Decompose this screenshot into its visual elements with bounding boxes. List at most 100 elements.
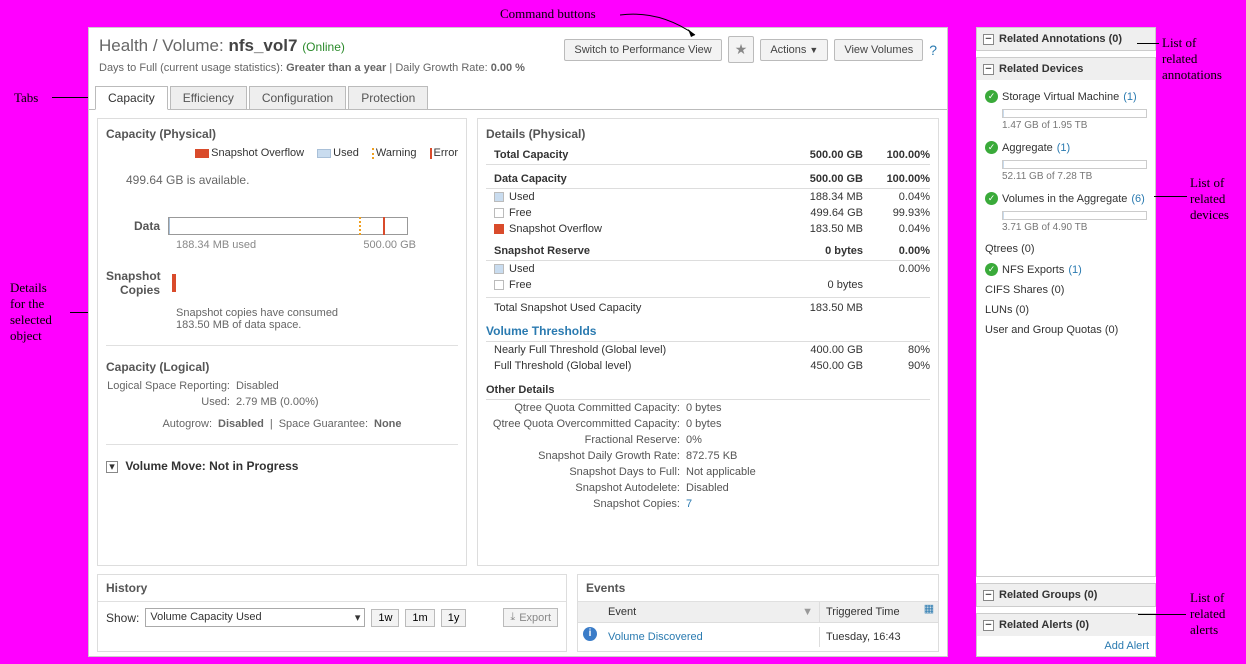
device-aggregate[interactable]: ✓Aggregate (1) xyxy=(985,137,1147,158)
event-time: Tuesday, 16:43 xyxy=(820,627,920,647)
check-icon: ✓ xyxy=(985,263,998,276)
other-details-row: Qtree Quota Overcommitted Capacity:0 byt… xyxy=(486,416,930,432)
related-devices-section: −Related Devices ✓Storage Virtual Machin… xyxy=(976,57,1156,577)
annotation-related-annotations: List of related annotations xyxy=(1162,35,1222,83)
collapse-icon[interactable]: − xyxy=(983,34,994,45)
snapshot-copies-bar xyxy=(172,274,176,292)
tab-protection[interactable]: Protection xyxy=(348,86,428,110)
legend-swatch-snapshot-overflow xyxy=(195,149,209,158)
other-details-row: Snapshot Days to Full:Not applicable xyxy=(486,464,930,480)
annotation-related-alerts: List of related alerts xyxy=(1190,590,1225,638)
tabs: Capacity Efficiency Configuration Protec… xyxy=(95,86,947,110)
columns-icon[interactable]: ▦ xyxy=(920,602,938,622)
annotation-related-devices: List of related devices xyxy=(1190,175,1229,223)
snapshot-copies-row: Snapshot Copies xyxy=(106,269,458,297)
range-1m-button[interactable]: 1m xyxy=(405,609,434,627)
filter-icon[interactable]: ▼ xyxy=(802,606,813,618)
tab-configuration[interactable]: Configuration xyxy=(249,86,346,110)
other-details-row: Snapshot Copies:7 xyxy=(486,496,930,512)
switch-performance-view-button[interactable]: Switch to Performance View xyxy=(564,39,721,61)
via-meter xyxy=(1002,211,1147,220)
volume-thresholds-link[interactable]: Volume Thresholds xyxy=(486,324,930,342)
related-devices-title: Related Devices xyxy=(999,63,1083,75)
related-annotations-section: −Related Annotations (0) xyxy=(976,27,1156,51)
events-title: Events xyxy=(578,575,938,602)
details-physical-title: Details (Physical) xyxy=(486,127,930,141)
related-alerts-title: Related Alerts (0) xyxy=(999,619,1089,631)
volume-move-label: Volume Move: Not in Progress xyxy=(125,459,298,473)
details-row: Total Snapshot Used Capacity183.50 MB xyxy=(486,297,930,316)
legend-swatch-used xyxy=(317,149,331,158)
export-button[interactable]: ⤓Export xyxy=(503,608,558,627)
device-svm[interactable]: ✓Storage Virtual Machine (1) xyxy=(985,86,1147,107)
view-volumes-button[interactable]: View Volumes xyxy=(834,39,923,61)
side-panel: −Related Annotations (0) −Related Device… xyxy=(976,27,1156,657)
add-alert-link[interactable]: Add Alert xyxy=(977,636,1155,656)
aggregate-meter xyxy=(1002,160,1147,169)
details-row: Free0 bytes xyxy=(486,277,930,293)
details-row: Free499.64 GB99.93% xyxy=(486,205,930,221)
collapse-icon[interactable]: − xyxy=(983,590,994,601)
related-groups-title: Related Groups (0) xyxy=(999,589,1097,601)
help-icon[interactable]: ? xyxy=(929,42,937,58)
details-physical-panel: Details (Physical) Total Capacity500.00 … xyxy=(477,118,939,566)
history-title: History xyxy=(98,575,566,602)
data-capacity-bar xyxy=(168,217,408,235)
autogrow-line: Autogrow: Disabled | Space Guarantee: No… xyxy=(106,418,458,430)
export-icon: ⤓ xyxy=(510,611,515,624)
event-link[interactable]: Volume Discovered xyxy=(608,631,703,643)
actions-dropdown[interactable]: Actions▼ xyxy=(760,39,828,61)
volume-move-row[interactable]: ▾ Volume Move: Not in Progress xyxy=(106,459,458,473)
snapshot-copies-label: Snapshot Copies xyxy=(106,269,168,297)
events-col-event[interactable]: Event xyxy=(608,606,636,618)
details-row: Used188.34 MB0.04% xyxy=(486,189,930,205)
device-qtrees[interactable]: Qtrees (0) xyxy=(985,239,1147,259)
svm-meter xyxy=(1002,109,1147,118)
events-col-time[interactable]: Triggered Time xyxy=(820,602,920,622)
favorite-button[interactable]: ★ xyxy=(728,36,755,63)
details-row: Used0.00% xyxy=(486,261,930,277)
snapshot-consumed-text: Snapshot copies have consumed 183.50 MB … xyxy=(176,307,458,331)
threshold-row: Full Threshold (Global level)450.00 GB90… xyxy=(486,358,930,374)
bar-used-segment xyxy=(169,218,170,234)
capacity-physical-title: Capacity (Physical) xyxy=(106,127,458,141)
annotation-command-buttons: Command buttons xyxy=(500,6,596,22)
expand-icon[interactable]: ▾ xyxy=(106,461,118,473)
check-icon: ✓ xyxy=(985,141,998,154)
data-capacity-bar-row: Data xyxy=(106,217,458,235)
details-row: Snapshot Overflow183.50 MB0.04% xyxy=(486,221,930,237)
collapse-icon[interactable]: − xyxy=(983,620,994,631)
device-luns[interactable]: LUNs (0) xyxy=(985,300,1147,320)
via-usage: 3.71 GB of 4.90 TB xyxy=(1002,222,1147,233)
tab-capacity[interactable]: Capacity xyxy=(95,86,168,110)
volume-status: (Online) xyxy=(302,40,345,54)
other-details-row: Snapshot Daily Growth Rate:872.75 KB xyxy=(486,448,930,464)
range-1w-button[interactable]: 1w xyxy=(371,609,399,627)
snapshot-copies-link[interactable]: 7 xyxy=(686,498,692,510)
device-user-group-quotas[interactable]: User and Group Quotas (0) xyxy=(985,320,1147,340)
event-row[interactable]: i Volume Discovered Tuesday, 16:43 xyxy=(578,623,938,651)
other-details-row: Qtree Quota Committed Capacity:0 bytes xyxy=(486,400,930,416)
device-volumes-in-aggregate[interactable]: ✓Volumes in the Aggregate (6) xyxy=(985,188,1147,209)
related-alerts-section: −Related Alerts (0) Add Alert xyxy=(976,613,1156,657)
info-icon: i xyxy=(583,627,597,641)
events-panel: Events Event ▼ Triggered Time ▦ i Volume … xyxy=(577,574,939,652)
history-show-select[interactable]: Volume Capacity Used▾ xyxy=(145,608,365,627)
chevron-down-icon: ▼ xyxy=(809,45,818,55)
tab-efficiency[interactable]: Efficiency xyxy=(170,86,247,110)
threshold-row: Nearly Full Threshold (Global level)400.… xyxy=(486,342,930,358)
details-row: Total Capacity500.00 GB100.00% xyxy=(486,147,930,165)
check-icon: ✓ xyxy=(985,192,998,205)
command-buttons: Switch to Performance View ★ Actions▼ Vi… xyxy=(564,36,937,63)
page-header: Health / Volume: nfs_vol7 (Online) Days … xyxy=(89,28,947,78)
range-1y-button[interactable]: 1y xyxy=(441,609,467,627)
breadcrumb: Health / Volume: nfs_vol7 (Online) xyxy=(99,36,345,55)
data-bar-sublabels: 188.34 MB used500.00 GB xyxy=(176,239,416,251)
collapse-icon[interactable]: − xyxy=(983,64,994,75)
device-cifs-shares[interactable]: CIFS Shares (0) xyxy=(985,280,1147,300)
device-nfs-exports[interactable]: ✓NFS Exports (1) xyxy=(985,259,1147,280)
related-annotations-title: Related Annotations (0) xyxy=(999,33,1122,45)
volume-name: nfs_vol7 xyxy=(228,36,297,55)
legend-swatch-warning xyxy=(372,148,374,159)
history-panel: History Show: Volume Capacity Used▾ 1w 1… xyxy=(97,574,567,652)
